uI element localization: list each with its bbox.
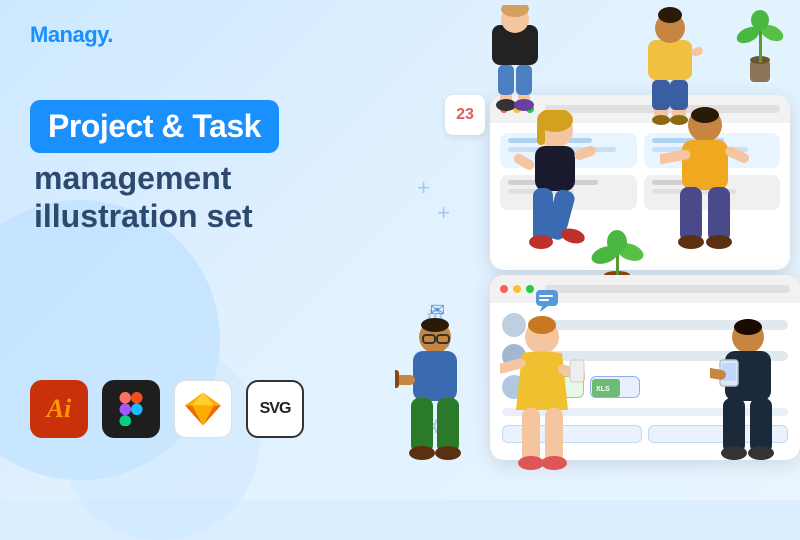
logo-text: Managy. bbox=[30, 22, 113, 47]
browser-bottom-dot-red bbox=[500, 285, 508, 293]
task-accent-blue: XLS bbox=[590, 376, 640, 398]
tool-sketch bbox=[174, 380, 232, 438]
svg-text:XLS: XLS bbox=[596, 386, 610, 393]
browser-bottom-dot-yellow bbox=[513, 285, 521, 293]
tool-figma bbox=[102, 380, 160, 438]
calendar-badge: 23 bbox=[445, 95, 485, 135]
character-male-yellow bbox=[660, 105, 750, 280]
calendar-day: 23 bbox=[456, 106, 474, 124]
sketch-icon bbox=[185, 391, 221, 427]
svg-label: SVG bbox=[260, 400, 291, 418]
chat-bubble-icon bbox=[536, 290, 560, 312]
browser-bottom-urlbar bbox=[545, 285, 790, 293]
ai-label: Ai bbox=[47, 394, 72, 424]
logo: Managy. bbox=[30, 22, 113, 48]
headline-area: Project & Task management illustration s… bbox=[30, 100, 370, 236]
character-bottom-mid bbox=[500, 315, 585, 495]
xls-icon: XLS bbox=[591, 377, 641, 399]
background-blob-2 bbox=[60, 340, 260, 540]
plus-deco-2: + bbox=[437, 200, 450, 226]
plus-deco-1: + bbox=[417, 175, 430, 201]
character-bottom-right bbox=[710, 315, 785, 490]
character-female bbox=[505, 110, 605, 285]
tools-row: Ai SVG bbox=[30, 380, 304, 438]
browser-bottom-dot-green bbox=[526, 285, 534, 293]
figma-icon bbox=[117, 392, 145, 426]
tool-svg: SVG bbox=[246, 380, 304, 438]
headline-line1: Project & Task bbox=[48, 108, 261, 144]
headline-sub: management illustration set bbox=[30, 159, 370, 236]
tool-illustrator: Ai bbox=[30, 380, 88, 438]
plant-top-right bbox=[735, 5, 785, 85]
illustration-area: + + + ✉ ⚙ ⚙ bbox=[320, 0, 800, 500]
character-bottom-left bbox=[395, 315, 475, 490]
headline-highlight-box: Project & Task bbox=[30, 100, 279, 153]
